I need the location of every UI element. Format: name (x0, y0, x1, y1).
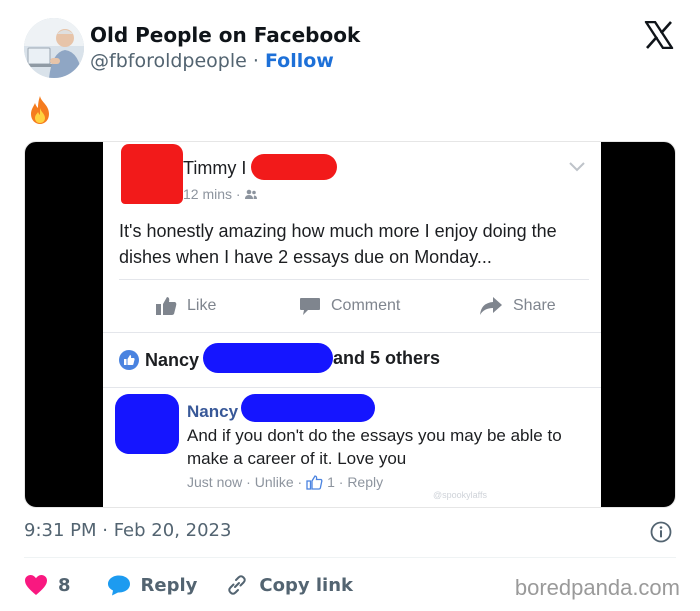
divider (103, 387, 601, 388)
instagram-watermark: @spookylaffs (433, 490, 487, 500)
info-icon[interactable] (650, 521, 672, 543)
fire-emoji (31, 96, 49, 124)
meta-dot: · (334, 474, 348, 490)
like-badge-icon (119, 350, 139, 370)
share-arrow-icon (480, 297, 502, 315)
facebook-post-screenshot: Timmy I 12 mins · It's honestly amazing … (103, 142, 601, 507)
reply-bubble-icon (107, 575, 130, 596)
separator-dot: · (252, 50, 259, 72)
fb-likes-name: Nancy (145, 349, 200, 370)
divider (119, 279, 589, 280)
reply-label: Reply (140, 574, 198, 596)
author-avatar[interactable] (24, 18, 84, 78)
x-logo-icon[interactable] (644, 21, 674, 49)
tweet-action-bar: 8 Reply Copy link (24, 570, 353, 600)
chevron-down-icon[interactable] (569, 162, 585, 172)
fb-time-text: 12 mins · (183, 186, 245, 202)
copy-link-label: Copy link (259, 574, 353, 596)
fb-comment-action: Comment (299, 292, 400, 320)
meta-dot: · (293, 474, 307, 490)
fb-reply-link: Reply (347, 474, 384, 490)
link-icon (228, 575, 247, 595)
tweet-header: Old People on Facebook @fbforoldpeople ·… (24, 18, 676, 80)
fb-comment-author: Nancy (187, 402, 239, 421)
redaction-mark (241, 394, 375, 422)
meta-dot: · (242, 474, 255, 490)
fb-likes-summary: Nancy (119, 346, 199, 374)
fb-comment-like-count: 1 (327, 474, 335, 490)
fb-like-action: Like (155, 292, 216, 320)
boredpanda-watermark: boredpanda.com (514, 575, 680, 600)
like-button[interactable]: 8 (24, 574, 71, 596)
comment-bubble-icon (300, 298, 320, 315)
redaction-mark (251, 154, 337, 180)
redacted-avatar (121, 144, 183, 204)
heart-icon (25, 575, 47, 595)
tweet-timestamp[interactable]: 9:31 PM · Feb 20, 2023 (24, 520, 231, 541)
thumbs-up-outline-icon (306, 474, 323, 490)
fb-post-text: It's honestly amazing how much more I en… (119, 221, 557, 267)
divider (103, 332, 601, 333)
thumbs-up-icon (156, 297, 177, 315)
reply-button[interactable]: Reply (107, 574, 198, 596)
fb-post-time: 12 mins · (183, 186, 258, 202)
author-name[interactable]: Old People on Facebook (90, 23, 360, 47)
author-subline: @fbforoldpeople · Follow (90, 50, 334, 72)
fb-likes-others: and 5 others (333, 348, 441, 368)
fb-unlike-link: Unlike (254, 474, 294, 490)
fb-author-name: Timmy I (183, 158, 247, 178)
redacted-commenter-avatar (115, 394, 179, 454)
fb-comment-text: And if you don't do the essays you may b… (187, 426, 562, 468)
fb-comment-time: Just now (187, 474, 243, 490)
friends-icon (245, 189, 258, 199)
fb-comment-meta: Just now · Unlike · 1 · Reply (187, 474, 383, 490)
tweet-media-image[interactable]: Timmy I 12 mins · It's honestly amazing … (24, 141, 676, 508)
redaction-mark (203, 343, 333, 373)
fb-comment-label: Comment (331, 297, 401, 314)
copy-link-button[interactable]: Copy link (225, 573, 353, 597)
follow-button[interactable]: Follow (265, 50, 334, 72)
like-count: 8 (58, 574, 71, 596)
fb-like-label: Like (187, 297, 217, 314)
fb-action-bar: Like Comment Share (103, 292, 601, 320)
author-handle[interactable]: @fbforoldpeople (90, 50, 247, 72)
fb-share-label: Share (513, 297, 556, 314)
fb-share-action: Share (479, 292, 556, 320)
divider (24, 557, 676, 558)
